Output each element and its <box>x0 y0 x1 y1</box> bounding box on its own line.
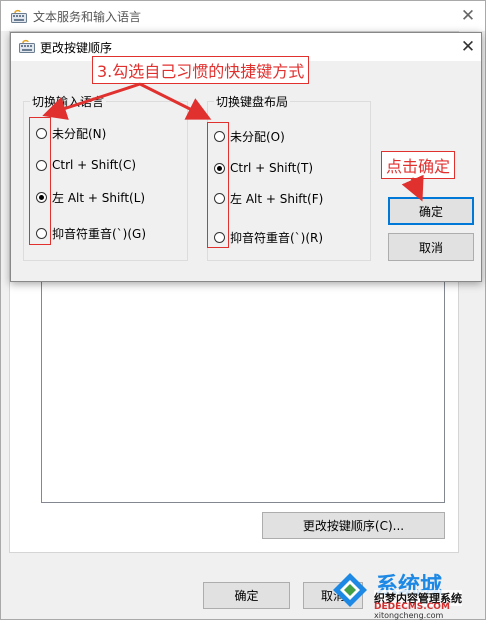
watermark-line3: xitongcheng.com <box>374 611 444 620</box>
annotation-arrow-ok <box>401 174 424 202</box>
watermark: 系统城 织梦内容管理系统 DEDECMS.COM xitongcheng.com <box>330 568 486 620</box>
annotation-arrows <box>42 82 424 202</box>
windows-logo-icon <box>333 573 367 607</box>
annotation-arrow-right <box>139 82 212 120</box>
annotation-arrow-left <box>42 82 141 120</box>
